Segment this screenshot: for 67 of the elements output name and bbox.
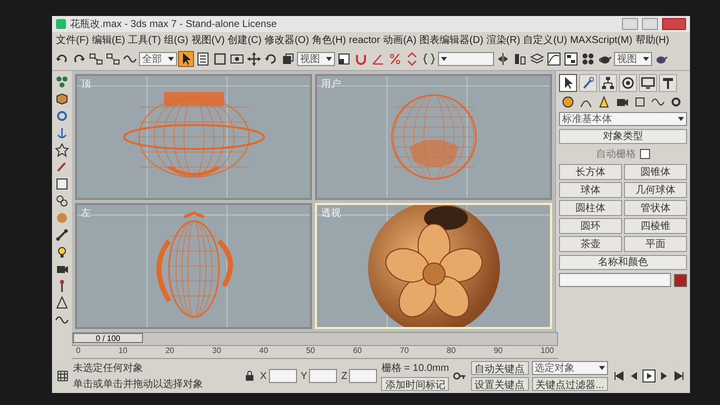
menu-item[interactable]: 编辑(E) [92,33,126,47]
dropdown[interactable]: 视图 [614,52,652,66]
box-icon[interactable] [55,92,69,106]
anchor-icon[interactable] [55,126,69,140]
skip-end-icon[interactable] [672,369,686,383]
grid-icon[interactable] [56,369,70,383]
skip-start-icon[interactable] [612,369,626,383]
menu-item[interactable]: 帮助(H) [635,33,670,47]
coord-label: X [260,370,267,382]
menu-item[interactable]: 文件(F) [56,33,89,47]
menu-item[interactable]: 图表编辑器(D) [419,33,484,47]
object-button[interactable]: 长方体 [559,164,622,180]
star-icon[interactable] [55,143,69,157]
menu-item[interactable]: MAXScript(M) [570,34,632,46]
object-button[interactable]: 平面 [624,236,687,252]
object-button[interactable]: 圆环 [559,218,622,234]
window-title: 花瓶改.max - 3ds max 7 - Stand-alone License [70,18,278,31]
coord-field[interactable] [309,369,338,383]
object-button[interactable]: 几何球体 [624,182,687,198]
color-swatch[interactable] [674,274,687,286]
app-icon [56,19,66,29]
object-button[interactable]: 圆柱体 [559,200,622,216]
object-button[interactable]: 圆锥体 [624,164,687,180]
object-button[interactable]: 球体 [559,182,622,198]
selection-status: 未选定任何对象 [73,362,144,375]
coord-label: Y [300,370,308,382]
menu-item[interactable]: 自定义(U) [523,33,568,47]
key-filters-button[interactable]: 关键点过滤器... [532,377,608,391]
sphere-icon[interactable] [561,95,575,109]
menu-item[interactable]: 渲染(R) [486,33,520,47]
key-mode-dropdown[interactable]: 选定对象 [532,361,608,375]
category-dropdown[interactable]: 标准基本体 [559,112,687,126]
object-button[interactable]: 茶壶 [559,236,622,252]
set-key-button[interactable]: 设置关键点 [470,377,529,391]
object-button[interactable]: 四棱锥 [624,218,687,234]
ring-icon[interactable] [55,109,69,123]
name-field[interactable] [559,273,671,287]
menu-item[interactable]: 工具(T) [128,33,161,47]
bone-icon[interactable] [55,228,69,242]
rollout-header[interactable]: 对象类型 [559,129,687,144]
menu-item[interactable]: 视图(V) [191,33,225,47]
checkbox[interactable] [640,149,650,159]
coord-label: Z [341,370,348,382]
menu-item[interactable]: 组(G) [164,33,188,47]
play-icon[interactable] [642,369,656,383]
checkbox-label: 自动栅格 [596,148,636,161]
coord-field[interactable] [268,369,297,383]
cone-icon[interactable] [55,296,69,310]
menu-item[interactable]: reactor [348,34,380,46]
timeline-ruler[interactable]: 0 10 20 30 40 50 60 70 80 90 100 [72,346,558,359]
menu-item[interactable]: 创建(C) [228,33,262,47]
menu-item[interactable]: 角色(H) [312,33,346,47]
menu-item[interactable]: 动画(A) [383,33,416,47]
helper-icon[interactable] [633,95,647,109]
grid-size: 栅格 = 10.0mm [381,362,450,375]
time-tag-button[interactable]: 添加时间标记 [381,377,450,391]
square-icon[interactable] [55,177,69,191]
menu-item[interactable]: 修改器(O) [264,33,310,47]
auto-key-button[interactable]: 自动关键点 [470,361,529,375]
coord-field[interactable] [349,369,378,383]
object-button[interactable]: 管状体 [624,200,687,216]
time-slider-thumb[interactable]: 0 / 100 [73,333,143,343]
prompt-text: 单击或单击并拖动以选择对象 [73,378,204,391]
dropdown[interactable]: 视图 [297,52,335,66]
dropdown[interactable]: 全部 [139,52,177,66]
chain-icon[interactable] [55,194,69,208]
rollout-header[interactable]: 名称和颜色 [559,255,687,270]
